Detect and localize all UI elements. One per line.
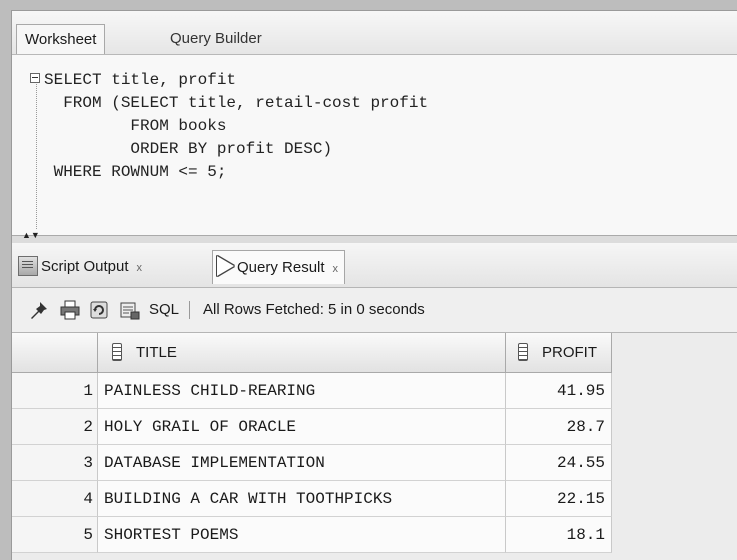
cell-profit[interactable]: 22.15 [506,481,612,517]
fetch-status: All Rows Fetched: 5 in 0 seconds [203,301,425,318]
row-number: 3 [12,445,98,481]
code-line: FROM (SELECT title, retail-cost profit [44,94,429,112]
code-line: FROM books [44,117,227,135]
pin-icon[interactable] [28,300,50,320]
row-number: 2 [12,409,98,445]
tab-label: Query Result [237,259,325,276]
table-row[interactable]: 5 SHORTEST POEMS 18.1 [12,517,612,553]
cell-profit[interactable]: 18.1 [506,517,612,553]
column-type-icon [518,343,528,361]
column-header-label: TITLE [136,344,177,361]
cell-title[interactable]: DATABASE IMPLEMENTATION [98,445,506,481]
table-row[interactable]: 3 DATABASE IMPLEMENTATION 24.55 [12,445,612,481]
database-sql-icon[interactable] [119,300,141,320]
play-icon [217,256,234,276]
toolbar-separator [189,301,190,319]
tab-query-result[interactable]: Query Result x [212,250,346,284]
close-tab-icon[interactable]: x [137,262,143,274]
print-icon[interactable] [59,300,81,320]
table-row[interactable]: 4 BUILDING A CAR WITH TOOTHPICKS 22.15 [12,481,612,517]
sql-editor[interactable]: SELECT title, profit FROM (SELECT title,… [12,55,737,235]
row-number-header [12,333,98,373]
editor-tab-bar: Worksheet Query Builder [12,11,737,55]
fold-guide [36,79,37,229]
column-type-icon [112,343,122,361]
code-line: SELECT title, profit [44,71,237,89]
sql-developer-window: Worksheet Query Builder SELECT title, pr… [11,10,737,560]
cell-profit[interactable]: 24.55 [506,445,612,481]
table-row[interactable]: 2 HOLY GRAIL OF ORACLE 28.7 [12,409,612,445]
cell-title[interactable]: SHORTEST POEMS [98,517,506,553]
row-number: 5 [12,517,98,553]
column-header-profit[interactable]: PROFIT [506,333,612,373]
code-line: ORDER BY profit DESC) [44,140,333,158]
code-line: WHERE ROWNUM <= 5; [44,163,227,181]
refresh-sql-icon[interactable] [89,300,111,320]
column-header-title[interactable]: TITLE [98,333,506,373]
tab-label: Script Output [41,258,129,275]
tab-query-builder[interactable]: Query Builder [162,24,270,54]
close-tab-icon[interactable]: x [333,263,339,275]
cell-profit[interactable]: 28.7 [506,409,612,445]
result-tab-bar: Script Output x Query Result x [12,243,737,288]
splitter-arrows-icon[interactable]: ▲▼ [22,231,40,240]
sql-code[interactable]: SELECT title, profit FROM (SELECT title,… [44,69,428,184]
cell-title[interactable]: HOLY GRAIL OF ORACLE [98,409,506,445]
script-output-icon [18,256,38,276]
column-header-label: PROFIT [542,344,597,361]
sql-button[interactable]: SQL [149,300,179,320]
row-number: 4 [12,481,98,517]
result-toolbar: SQL All Rows Fetched: 5 in 0 seconds [12,288,737,333]
cell-title[interactable]: PAINLESS CHILD-REARING [98,373,506,409]
cell-profit[interactable]: 41.95 [506,373,612,409]
tab-script-output[interactable]: Script Output x [14,250,148,284]
result-grid: TITLE PROFIT 1 PAINLESS CHILD-REARING 41… [12,333,737,560]
collapse-icon[interactable] [30,73,40,83]
cell-title[interactable]: BUILDING A CAR WITH TOOTHPICKS [98,481,506,517]
table-row[interactable]: 1 PAINLESS CHILD-REARING 41.95 [12,373,612,409]
tab-worksheet[interactable]: Worksheet [16,24,106,54]
row-number: 1 [12,373,98,409]
